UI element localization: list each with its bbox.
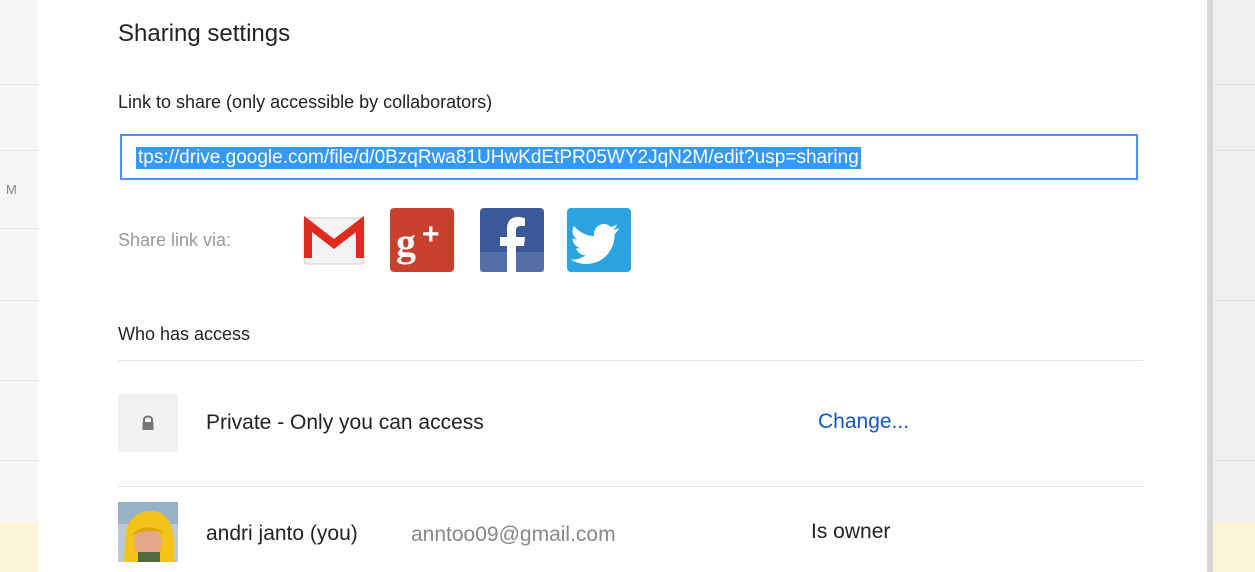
gmail-icon [303, 215, 365, 265]
change-privacy-link[interactable]: Change... [818, 410, 909, 434]
owner-email: anntoo09@gmail.com [411, 523, 616, 546]
avatar [118, 502, 178, 562]
who-has-access-heading: Who has access [118, 324, 251, 344]
twitter-icon [570, 224, 619, 264]
svg-text:+: + [422, 218, 440, 251]
privacy-status-text: Private - Only you can access [206, 411, 484, 434]
divider [118, 486, 1143, 487]
svg-text:g: g [396, 220, 416, 265]
background-glyph: M [6, 182, 17, 197]
share-gmail-button[interactable] [302, 208, 366, 272]
share-link-value[interactable]: tps://drive.google.com/file/d/0BzqRwa81U… [136, 147, 861, 169]
share-twitter-button[interactable] [567, 208, 631, 272]
divider [118, 360, 1143, 361]
facebook-icon [480, 217, 544, 272]
sharing-settings-dialog: Sharing settings Link to share (only acc… [38, 0, 1207, 572]
share-link-via-label: Share link via: [118, 230, 232, 250]
background-app-left: M [0, 0, 39, 572]
link-to-share-label: Link to share (only accessible by collab… [118, 92, 493, 112]
share-facebook-button[interactable] [480, 208, 544, 272]
owner-name: andri janto (you) [206, 522, 358, 545]
privacy-icon-box [118, 394, 178, 452]
dialog-title: Sharing settings [118, 20, 291, 47]
google-plus-icon: g + [396, 218, 440, 265]
owner-role: Is owner [811, 520, 891, 543]
share-link-field[interactable]: tps://drive.google.com/file/d/0BzqRwa81U… [120, 134, 1138, 180]
background-app-right [1207, 0, 1255, 572]
share-google-plus-button[interactable]: g + [390, 208, 454, 272]
lock-icon [142, 415, 154, 430]
